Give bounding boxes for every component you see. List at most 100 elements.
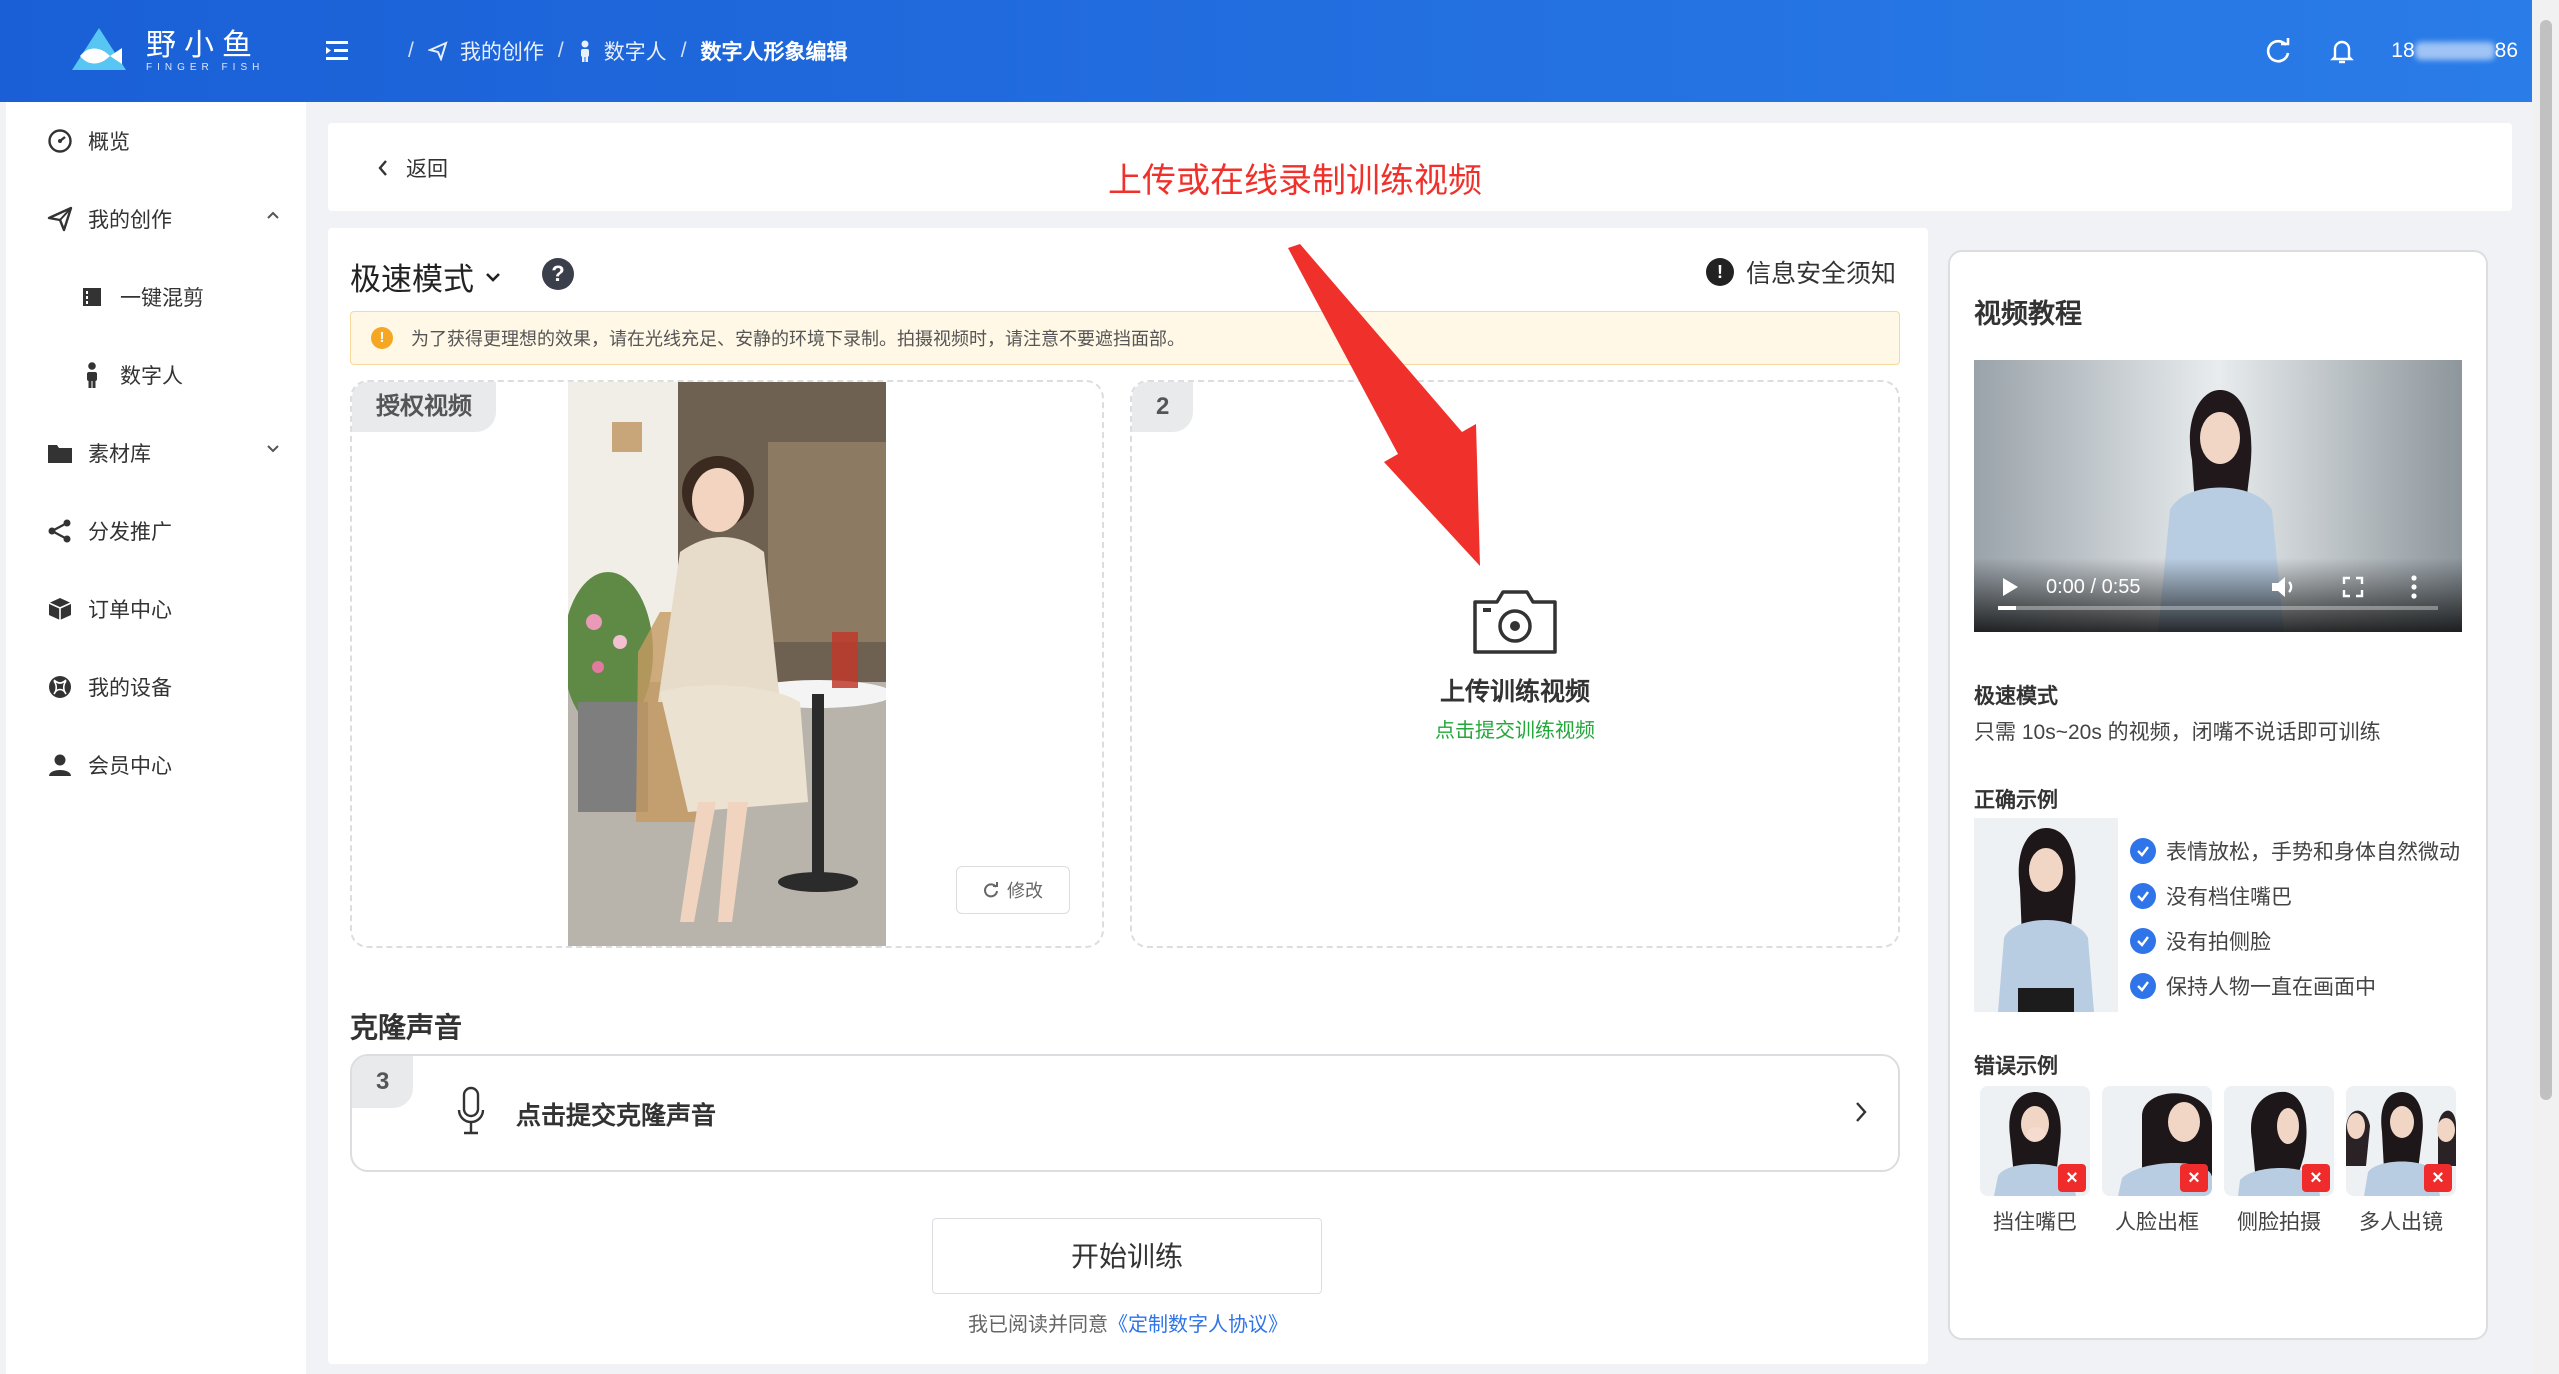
folder-icon xyxy=(46,439,74,467)
bad-example-item: × 人脸出框 xyxy=(2102,1086,2212,1236)
back-label: 返回 xyxy=(406,158,448,181)
upload-title: 上传训练视频 xyxy=(1439,677,1590,706)
checkmark-icon xyxy=(2130,837,2156,864)
paper-plane-icon xyxy=(46,205,74,233)
tip-text: 为了获得更理想的效果，请在光线充足、安静的环境下录制。拍摄视频时，请注意不要遮挡… xyxy=(411,329,1185,349)
breadcrumb-separator: / xyxy=(680,39,687,62)
sidebar-item-label: 分发推广 xyxy=(88,521,172,544)
sidebar-item-label: 我的创作 xyxy=(88,209,172,232)
upload-subtitle: 点击提交训练视频 xyxy=(1435,719,1595,742)
tutorial-panel: 视频教程 0:00 / 0:55 极速模式 只需 10s~20s 的视频，闭嘴不… xyxy=(1948,250,2488,1340)
sidebar-item-material-library[interactable]: 素材库 xyxy=(6,414,306,492)
bad-example-heading: 错误示例 xyxy=(1974,1055,2058,1078)
sidebar-item-label: 会员中心 xyxy=(88,755,172,778)
bad-example-label: 多人出镜 xyxy=(2359,1211,2443,1234)
fish-logo-icon xyxy=(72,28,126,70)
chevron-right-icon xyxy=(1856,1102,1867,1122)
agreement-link[interactable]: 《定制数字人协议》 xyxy=(1108,1314,1288,1336)
breadcrumb-separator: / xyxy=(557,39,564,62)
cross-icon: × xyxy=(2058,1164,2086,1192)
clone-voice-button[interactable]: 3 点击提交克隆声音 xyxy=(350,1054,1900,1172)
start-training-button[interactable]: 开始训练 xyxy=(932,1218,1322,1294)
sidebar-item-distribution[interactable]: 分发推广 xyxy=(6,492,306,570)
sidebar-item-overview[interactable]: 概览 xyxy=(6,102,306,180)
bad-example-item: × 多人出镜 xyxy=(2346,1086,2456,1236)
exclamation-icon: ! xyxy=(1705,258,1734,286)
phone-mask xyxy=(2414,42,2495,61)
bad-example-image: × xyxy=(1980,1086,2090,1196)
chevron-left-icon xyxy=(378,160,387,176)
sidebar-item-membership[interactable]: 会员中心 xyxy=(6,726,306,804)
list-item: 没有拍侧脸 xyxy=(2130,918,2460,963)
sidebar-item-one-click-mix[interactable]: 一键混剪 xyxy=(6,258,306,336)
sidebar-item-orders[interactable]: 订单中心 xyxy=(6,570,306,648)
warning-icon: ! xyxy=(371,327,393,349)
fast-mode-description: 只需 10s~20s 的视频，闭嘴不说话即可训练 xyxy=(1974,721,2381,744)
back-button[interactable]: 返回 xyxy=(376,153,448,183)
checkmark-icon xyxy=(2130,927,2156,954)
agreement-prefix: 我已阅读并同意 xyxy=(968,1314,1108,1336)
breadcrumb-my-creation[interactable]: 我的创作 xyxy=(427,36,544,66)
good-example-heading: 正确示例 xyxy=(1974,789,2058,812)
breadcrumb-label: 我的创作 xyxy=(459,41,544,64)
refresh-icon[interactable] xyxy=(2263,36,2293,66)
camera-icon xyxy=(1473,589,1557,654)
more-options-icon[interactable] xyxy=(2410,574,2418,600)
woman-example-image xyxy=(1974,818,2118,1012)
security-label: 信息安全须知 xyxy=(1745,260,1896,288)
woman-photo-image xyxy=(568,382,886,946)
main-content: 极速模式 ? ! 信息安全须知 ! 为了获得更理想的效果，请在光线充足、安静的环… xyxy=(328,228,1928,1364)
scrollbar-thumb[interactable] xyxy=(2540,20,2552,1100)
sidebar-item-label: 我的设备 xyxy=(88,677,172,700)
auth-video-thumbnail[interactable] xyxy=(568,382,886,946)
bad-example-item: × 侧脸拍摄 xyxy=(2224,1086,2334,1236)
chevron-down-icon xyxy=(267,445,279,453)
tutorial-video-player[interactable]: 0:00 / 0:55 xyxy=(1974,360,2462,632)
good-item-label: 表情放松，手势和身体自然微动 xyxy=(2166,840,2460,864)
fullscreen-icon[interactable] xyxy=(2342,576,2364,598)
sidebar-item-my-creation[interactable]: 我的创作 xyxy=(6,180,306,258)
menu-toggle-icon[interactable] xyxy=(326,39,354,63)
checkmark-icon xyxy=(2130,882,2156,909)
help-icon[interactable]: ? xyxy=(542,258,574,290)
upload-training-card[interactable]: 上传训练视频 点击提交训练视频 2 xyxy=(1130,380,1900,948)
sidebar-item-digital-human[interactable]: 数字人 xyxy=(6,336,306,414)
play-icon[interactable] xyxy=(2000,576,2020,598)
breadcrumb-separator: / xyxy=(408,39,414,62)
bell-icon[interactable] xyxy=(2327,36,2357,66)
user-account[interactable]: 18 86 xyxy=(2391,39,2518,63)
app-logo[interactable]: 野小鱼 FINGER FISH xyxy=(66,24,266,78)
cross-icon: × xyxy=(2424,1164,2452,1192)
xbox-icon xyxy=(46,673,74,701)
step-tag: 3 xyxy=(352,1056,414,1108)
fast-mode-heading: 极速模式 xyxy=(1974,685,2058,708)
film-icon xyxy=(78,283,106,311)
edit-label: 修改 xyxy=(1007,881,1043,901)
mode-selector[interactable]: 极速模式 xyxy=(350,254,502,299)
voice-section-title: 克隆声音 xyxy=(350,1012,463,1043)
edit-button[interactable]: 修改 xyxy=(956,866,1070,914)
bad-example-image: × xyxy=(2224,1086,2334,1196)
page-scrollbar[interactable] xyxy=(2532,0,2559,1374)
cross-icon: × xyxy=(2302,1164,2330,1192)
sidebar-item-devices[interactable]: 我的设备 xyxy=(6,648,306,726)
auth-video-card: 授权视频 修改 xyxy=(350,380,1104,948)
person-icon xyxy=(78,361,106,389)
upload-drop-area[interactable]: 上传训练视频 点击提交训练视频 xyxy=(1132,382,1898,946)
security-notice-link[interactable]: ! 信息安全须知 xyxy=(1705,254,1896,290)
list-item: 表情放松，手势和身体自然微动 xyxy=(2130,828,2460,873)
good-item-label: 没有档住嘴巴 xyxy=(2166,885,2292,909)
video-progress-bar[interactable] xyxy=(1998,606,2438,610)
annotation-callout: 上传或在线录制训练视频 xyxy=(1108,162,1482,200)
top-bar: 野小鱼 FINGER FISH / 我的创作 / 数字人 / 数字人形象编辑 1… xyxy=(0,0,2532,102)
sidebar: 概览 我的创作 一键混剪 数字人 素材库 分发推广 订单中心 我的设备 会员中心 xyxy=(6,102,306,1374)
list-item: 保持人物一直在画面中 xyxy=(2130,963,2460,1008)
breadcrumb-digital-human[interactable]: 数字人 xyxy=(578,36,667,66)
bad-example-image: × xyxy=(2346,1086,2456,1196)
checkmark-icon xyxy=(2130,972,2156,999)
video-controls: 0:00 / 0:55 xyxy=(1974,558,2462,632)
microphone-icon xyxy=(457,1086,485,1135)
volume-icon[interactable] xyxy=(2270,574,2298,600)
bad-example-label: 人脸出框 xyxy=(2115,1211,2199,1234)
chevron-down-icon xyxy=(486,272,500,282)
